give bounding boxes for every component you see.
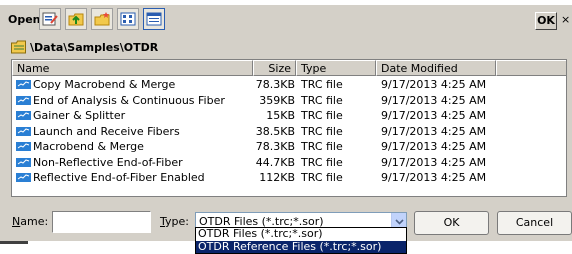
file-name-text: End of Analysis & Continuous Fiber	[33, 93, 225, 107]
file-name-cell: End of Analysis & Continuous Fiber	[16, 93, 225, 108]
file-row[interactable]: Launch and Receive Fibers 38.5KB TRC file 9…	[12, 124, 566, 140]
trc-file-icon	[16, 95, 31, 105]
file-name-input[interactable]	[52, 211, 151, 233]
close-button[interactable]: ×	[561, 12, 572, 30]
dialog-title: Open	[8, 13, 41, 26]
file-size-cell: 78.3KB	[255, 140, 295, 153]
file-size-cell: 44.7KB	[255, 155, 295, 169]
trc-file-icon	[16, 142, 31, 151]
type-label: Type:	[160, 215, 189, 228]
file-name-cell: Non-Reflective End-of-Fiber	[16, 155, 183, 170]
details-view-button[interactable]	[143, 8, 165, 30]
file-type-cell: TRC file	[301, 109, 343, 122]
file-date-cell: 9/17/2013 4:25 AM	[381, 78, 487, 91]
new-folder-button[interactable]	[91, 8, 113, 30]
file-name-cell: Macrobend & Merge	[16, 139, 144, 154]
list-view-icon	[120, 12, 136, 26]
file-size-cell: 15KB	[266, 109, 295, 122]
trc-file-icon	[16, 157, 31, 167]
file-row[interactable]: Macrobend & Merge 78.3KB TRC file 9/17/2013…	[12, 139, 566, 155]
file-type-cell: TRC file	[301, 171, 343, 184]
properties-icon	[42, 12, 58, 26]
column-header-filler	[496, 60, 566, 76]
file-name-cell: Reflective End-of-Fiber Enabled	[16, 170, 205, 185]
dialog-title-bar: Open OK ×	[0, 5, 572, 33]
list-view-button[interactable]	[117, 8, 139, 30]
file-date-cell: 9/17/2013 4:25 AM	[381, 124, 487, 138]
folder-icon	[11, 40, 26, 54]
file-row[interactable]: Reflective End-of-Fiber Enabled 112KB TRC …	[12, 170, 566, 186]
file-type-cell: TRC file	[301, 78, 343, 91]
file-row[interactable]: End of Analysis & Continuous Fiber 359KB T…	[12, 93, 566, 109]
file-type-cell: TRC file	[301, 124, 343, 138]
file-name-text: Reflective End-of-Fiber Enabled	[33, 171, 205, 184]
trc-file-icon	[16, 80, 31, 89]
column-header-name[interactable]: Name	[12, 60, 253, 76]
file-name-text: Macrobend & Merge	[33, 140, 144, 153]
cancel-button[interactable]: Cancel	[497, 211, 572, 235]
file-date-cell: 9/17/2013 4:25 AM	[381, 109, 487, 122]
background-bar	[0, 241, 28, 244]
file-type-cell: TRC file	[301, 140, 343, 153]
file-type-option[interactable]: OTDR Files (*.trc;*.sor)	[196, 228, 406, 241]
column-header-type[interactable]: Type	[296, 60, 376, 76]
file-name-text: Non-Reflective End-of-Fiber	[33, 155, 183, 169]
trc-file-icon	[16, 126, 31, 136]
file-date-cell: 9/17/2013 4:25 AM	[381, 140, 487, 153]
trc-file-icon	[16, 173, 31, 182]
file-list-rows: Copy Macrobend & Merge 78.3KB TRC file 9/17…	[12, 77, 566, 186]
details-view-icon	[146, 12, 162, 26]
name-label: Name:	[12, 215, 49, 228]
column-header-size[interactable]: Size	[253, 60, 296, 76]
file-name-text: Copy Macrobend & Merge	[33, 78, 176, 91]
file-type-cell: TRC file	[301, 93, 343, 107]
file-type-option[interactable]: OTDR Reference Files (*.trc;*.sor)	[196, 240, 406, 253]
file-type-cell: TRC file	[301, 155, 343, 169]
file-size-cell: 78.3KB	[255, 78, 295, 91]
up-folder-button[interactable]	[65, 8, 87, 30]
file-row[interactable]: Non-Reflective End-of-Fiber 44.7KB TRC fil…	[12, 155, 566, 171]
file-row[interactable]: Copy Macrobend & Merge 78.3KB TRC file 9/17…	[12, 77, 566, 93]
file-name-cell: Launch and Receive Fibers	[16, 124, 180, 139]
file-name-text: Gainer & Splitter	[33, 109, 126, 122]
properties-button[interactable]	[39, 8, 61, 30]
file-date-cell: 9/17/2013 4:25 AM	[381, 93, 487, 107]
chevron-down-icon	[394, 219, 404, 225]
current-path: \Data\Samples\OTDR	[11, 39, 158, 55]
file-type-dropdown-list: OTDR Files (*.trc;*.sor) OTDR Reference F…	[195, 227, 407, 254]
file-list[interactable]: Name Size Type Date Modified Copy Macrob…	[11, 59, 567, 197]
open-dialog: Open OK × \Data\Samples\OTDR Name Size T…	[0, 5, 572, 241]
new-folder-icon	[94, 12, 110, 26]
file-name-cell: Copy Macrobend & Merge	[16, 77, 175, 92]
file-size-cell: 38.5KB	[255, 124, 295, 138]
file-size-cell: 112KB	[259, 171, 295, 184]
trc-file-icon	[16, 111, 31, 120]
ok-button[interactable]: OK	[414, 211, 489, 235]
file-name-cell: Gainer & Splitter	[16, 108, 125, 123]
file-list-header: Name Size Type Date Modified	[12, 60, 566, 76]
up-folder-icon	[68, 13, 84, 26]
path-text: \Data\Samples\OTDR	[30, 40, 159, 54]
file-name-text: Launch and Receive Fibers	[33, 124, 180, 138]
file-row[interactable]: Gainer & Splitter 15KB TRC file 9/17/2013 4…	[12, 108, 566, 124]
file-date-cell: 9/17/2013 4:25 AM	[381, 155, 487, 169]
title-ok-button[interactable]: OK	[535, 12, 557, 30]
file-date-cell: 9/17/2013 4:25 AM	[381, 171, 487, 184]
column-header-date-modified[interactable]: Date Modified	[376, 60, 496, 76]
file-size-cell: 359KB	[259, 93, 295, 107]
